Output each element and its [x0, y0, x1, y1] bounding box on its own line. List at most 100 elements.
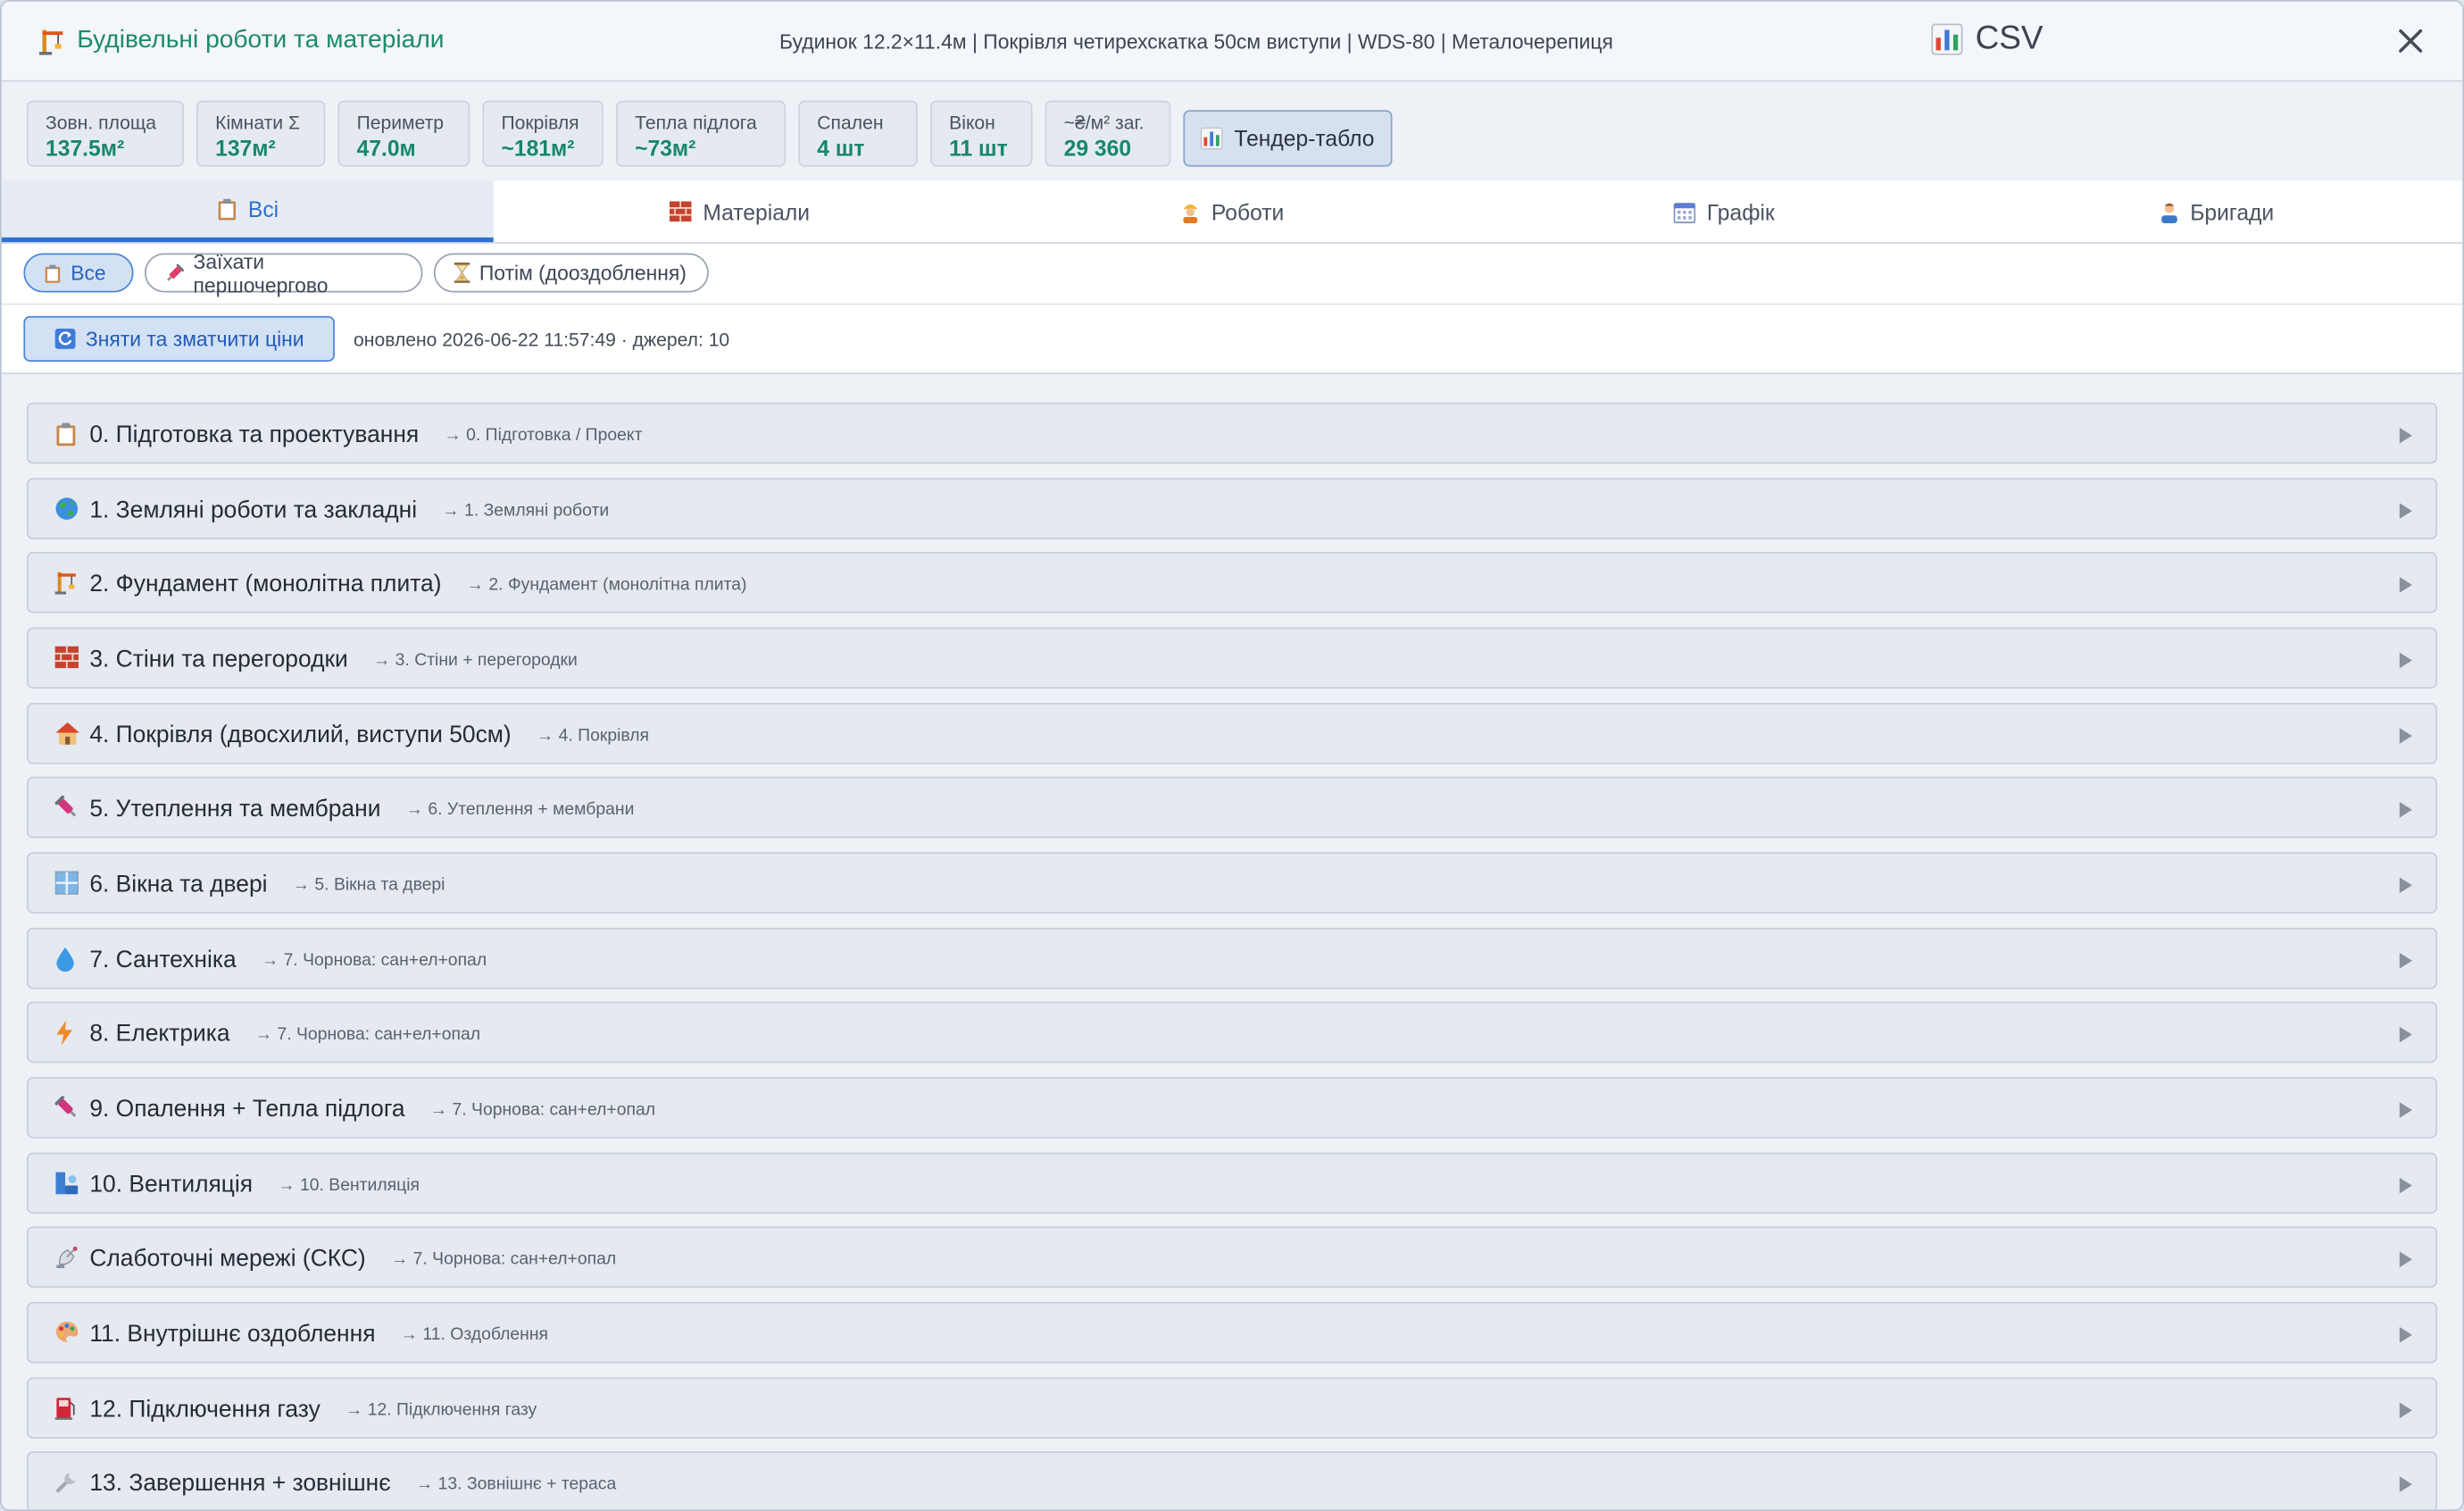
section-row[interactable]: 3. Стіни та перегородки → 3. Стіни + пере…	[26, 627, 2438, 689]
refresh-prices-button[interactable]: Зняти та зматчити ціни	[23, 315, 335, 362]
title-group: Будівельні роботи та матеріали	[39, 26, 445, 55]
tab-label: Бригади	[2190, 198, 2275, 224]
crane-icon	[54, 571, 80, 596]
filter-label: Потім (дооздоблення)	[479, 261, 687, 285]
section-row[interactable]: 1. Земляні роботи та закладні → 1. Землян…	[26, 478, 2438, 539]
filter-label: Все	[71, 261, 106, 285]
stat-label: Периметр	[356, 112, 445, 134]
section-title: Слаботочні мережі (СКС) → 7. Чорнова: сан…	[89, 1245, 616, 1272]
section-title: 10. Вентиляція → 10. Вентиляція	[89, 1172, 420, 1198]
section-name: 2. Фундамент (монолітна плита)	[89, 571, 442, 598]
section-title: 2. Фундамент (монолітна плита) → 2. Фунда…	[89, 571, 746, 597]
worker-icon	[1180, 200, 1201, 223]
section-row[interactable]: 6. Вікна та двері → 5. Вікна та двері	[26, 852, 2438, 914]
window-icon	[54, 871, 80, 896]
section-row[interactable]: Слаботочні мережі (СКС) → 7. Чорнова: сан…	[26, 1226, 2438, 1289]
section-name: Слаботочні мережі (СКС)	[89, 1245, 366, 1273]
syringe-icon	[54, 1096, 80, 1121]
section-title: 13. Завершення + зовнішнє → 13. Зовнішнє …	[89, 1470, 616, 1497]
construction-dialog: Будівельні роботи та матеріали Будинок 1…	[0, 0, 2464, 1511]
refresh-prices-label: Зняти та зматчити ціни	[85, 327, 304, 351]
crane-icon	[39, 28, 66, 54]
expand-arrow-icon	[2399, 1026, 2412, 1043]
section-row[interactable]: 0. Підготовка та проектування → 0. Підгот…	[26, 402, 2438, 464]
stat-exterior-area: Зовн. площа 137.5м²	[26, 100, 184, 167]
main-tabs: Всі Матеріали Роботи Графік Бригади	[1, 180, 2463, 244]
brick-icon	[54, 646, 80, 672]
stat-price-per-m2: ~₴/м² заг. 29 360	[1045, 100, 1171, 167]
section-row[interactable]: 13. Завершення + зовнішнє → 13. Зовнішнє …	[26, 1451, 2438, 1510]
wrench-icon	[55, 1470, 80, 1495]
tab-works[interactable]: Роботи	[986, 180, 1478, 242]
stat-label: Зовн. площа	[46, 112, 157, 134]
bar-chart-icon	[1201, 127, 1224, 150]
section-stage-tag: → 1. Земляні роботи	[442, 501, 610, 521]
filter-bar: Все Заїхати першочергово Потім (дооздобл…	[1, 243, 2463, 305]
tender-board-button[interactable]: Тендер-табло	[1183, 110, 1393, 167]
expand-arrow-icon	[2399, 1402, 2412, 1419]
section-stage-tag: → 12. Підключення газу	[345, 1400, 537, 1420]
lightning-icon	[55, 1020, 80, 1046]
section-row[interactable]: 9. Опалення + Тепла підлога → 7. Чорнова:…	[26, 1077, 2438, 1139]
section-title: 7. Сантехніка → 7. Чорнова: сан+ел+опал	[89, 947, 487, 973]
refresh-icon	[54, 328, 75, 349]
section-row[interactable]: 12. Підключення газу → 12. Підключення га…	[26, 1377, 2438, 1440]
section-title: 0. Підготовка та проектування → 0. Підгот…	[89, 422, 642, 448]
csv-export-button[interactable]: CSV	[1931, 20, 2044, 58]
section-row[interactable]: 5. Утеплення та мембрани → 6. Утеплення +…	[26, 776, 2438, 839]
section-name: 3. Стіни та перегородки	[89, 646, 348, 673]
satellite-icon	[55, 1245, 80, 1270]
section-name: 5. Утеплення та мембрани	[89, 795, 381, 822]
syringe-icon	[165, 263, 184, 282]
section-row[interactable]: 8. Електрика → 7. Чорнова: сан+ел+опал	[26, 1001, 2438, 1064]
stat-value: 29 360	[1063, 135, 1132, 161]
section-title: 5. Утеплення та мембрани → 6. Утеплення +…	[89, 796, 634, 822]
sections-list: 0. Підготовка та проектування → 0. Підгот…	[1, 374, 2463, 1510]
expand-arrow-icon	[2399, 1476, 2412, 1492]
brick-icon	[670, 201, 693, 222]
section-row[interactable]: 4. Покрівля (двосхилий, виступи 50см) → 4…	[26, 703, 2438, 764]
palette-icon	[55, 1321, 80, 1346]
section-stage-tag: → 5. Вікна та двері	[292, 875, 445, 895]
app-title: Будівельні роботи та матеріали	[77, 26, 445, 54]
clipboard-icon	[55, 422, 80, 447]
section-name: 13. Завершення + зовнішнє	[89, 1470, 391, 1498]
section-name: 11. Внутрішнє оздоблення	[89, 1320, 376, 1348]
tab-materials[interactable]: Матеріали	[494, 180, 986, 242]
section-row[interactable]: 11. Внутрішнє оздоблення → 11. Оздоблення	[26, 1301, 2438, 1364]
section-name: 8. Електрика	[89, 1020, 230, 1048]
stat-value: 47.0м	[356, 135, 416, 161]
section-name: 9. Опалення + Тепла підлога	[89, 1096, 405, 1123]
tab-all[interactable]: Всі	[1, 180, 495, 243]
csv-label: CSV	[1975, 20, 2044, 57]
filter-later-finishing[interactable]: Потім (дооздоблення)	[433, 253, 709, 293]
tab-label: Матеріали	[703, 198, 811, 224]
section-stage-tag: → 7. Чорнова: сан+ел+опал	[261, 951, 487, 971]
section-stage-tag: → 7. Чорнова: сан+ел+опал	[254, 1024, 481, 1045]
clipboard-icon	[44, 263, 61, 282]
globe-icon	[55, 497, 80, 522]
filter-all[interactable]: Все	[23, 253, 134, 293]
close-icon[interactable]	[2393, 23, 2428, 58]
syringe-icon	[54, 795, 80, 821]
fuel-pump-icon	[54, 1397, 80, 1422]
stat-label: Покрівля	[501, 112, 579, 134]
expand-arrow-icon	[2399, 877, 2412, 894]
tab-schedule[interactable]: Графік	[1478, 180, 1970, 242]
section-stage-tag: → 3. Стіни + перегородки	[372, 650, 578, 671]
stat-perimeter: Периметр 47.0м	[337, 100, 470, 167]
stat-label: Кімнати Σ	[215, 112, 301, 134]
tab-crews[interactable]: Бригади	[1970, 180, 2462, 242]
section-row[interactable]: 7. Сантехніка → 7. Чорнова: сан+ел+опал	[26, 927, 2438, 989]
section-stage-tag: → 13. Зовнішнє + тераса	[415, 1474, 617, 1494]
stat-roof-area: Покрівля ~181м²	[482, 100, 604, 167]
hourglass-icon	[454, 263, 470, 283]
section-row[interactable]: 2. Фундамент (монолітна плита) → 2. Фунда…	[26, 552, 2438, 614]
filter-priority-first[interactable]: Заїхати першочергово	[144, 249, 423, 296]
stat-windows: Вікон 11 шт	[930, 100, 1033, 167]
expand-arrow-icon	[2399, 1327, 2412, 1343]
stat-label: Тепла підлога	[635, 112, 757, 134]
stat-value: ~73м²	[635, 135, 696, 161]
stat-label: Спален	[817, 112, 884, 134]
section-row[interactable]: 10. Вентиляція → 10. Вентиляція	[26, 1152, 2438, 1215]
